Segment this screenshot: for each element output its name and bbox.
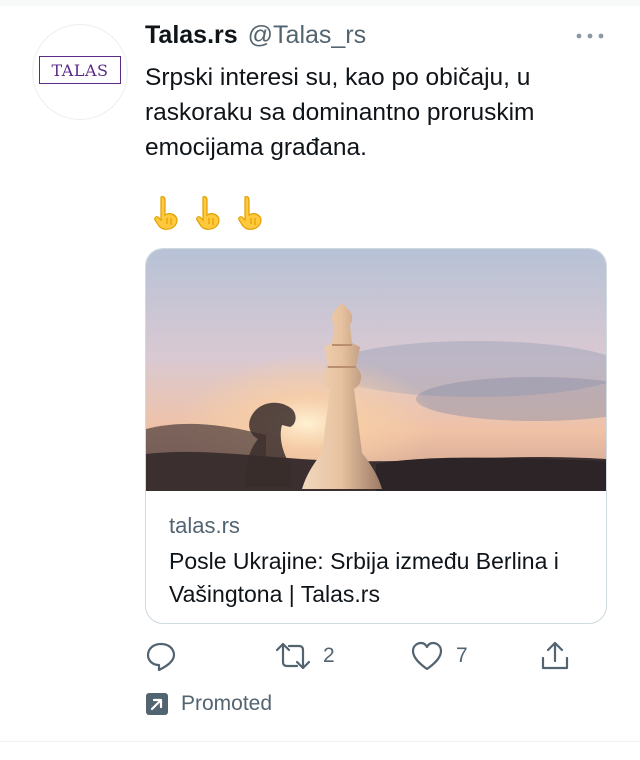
card-title[interactable]: Posle Ukrajine: Srbija između Berlina i …: [169, 545, 589, 611]
like-button[interactable]: 7: [410, 636, 468, 676]
retweet-button[interactable]: 2: [275, 636, 335, 676]
action-bar: 2 7: [145, 636, 605, 676]
author-name[interactable]: Talas.rs: [145, 21, 238, 50]
card-image[interactable]: [146, 249, 606, 491]
pointing-down-icon: [154, 196, 178, 230]
bottom-divider: [0, 741, 640, 742]
pointing-down-icon: [196, 196, 220, 230]
card-domain: talas.rs: [169, 513, 240, 538]
tweet-header: Talas.rs @Talas_rs: [145, 18, 366, 52]
share-button[interactable]: [539, 636, 571, 676]
share-icon: [541, 641, 569, 670]
promoted-arrow-icon: [146, 693, 168, 715]
reply-icon: [146, 642, 176, 672]
tweet-text: Srpski interesi su, kao po običaju, u ra…: [145, 64, 535, 161]
heart-icon: [411, 641, 443, 671]
retweet-icon: [275, 642, 311, 670]
emoji-row: [150, 195, 264, 231]
talas-logo: TALAS: [39, 56, 121, 84]
promoted-label: Promoted: [181, 692, 273, 715]
promoted-indicator[interactable]: Promoted: [145, 690, 272, 718]
top-separator: [0, 0, 640, 6]
link-card[interactable]: talas.rs Posle Ukrajine: Srbija između B…: [145, 248, 607, 624]
like-count: 7: [456, 644, 468, 667]
pointing-down-icon: [238, 196, 262, 230]
retweet-count: 2: [323, 644, 335, 667]
more-options-icon[interactable]: [574, 30, 606, 42]
reply-button[interactable]: [145, 636, 177, 676]
author-handle[interactable]: @Talas_rs: [248, 21, 366, 50]
avatar[interactable]: TALAS: [32, 24, 128, 120]
